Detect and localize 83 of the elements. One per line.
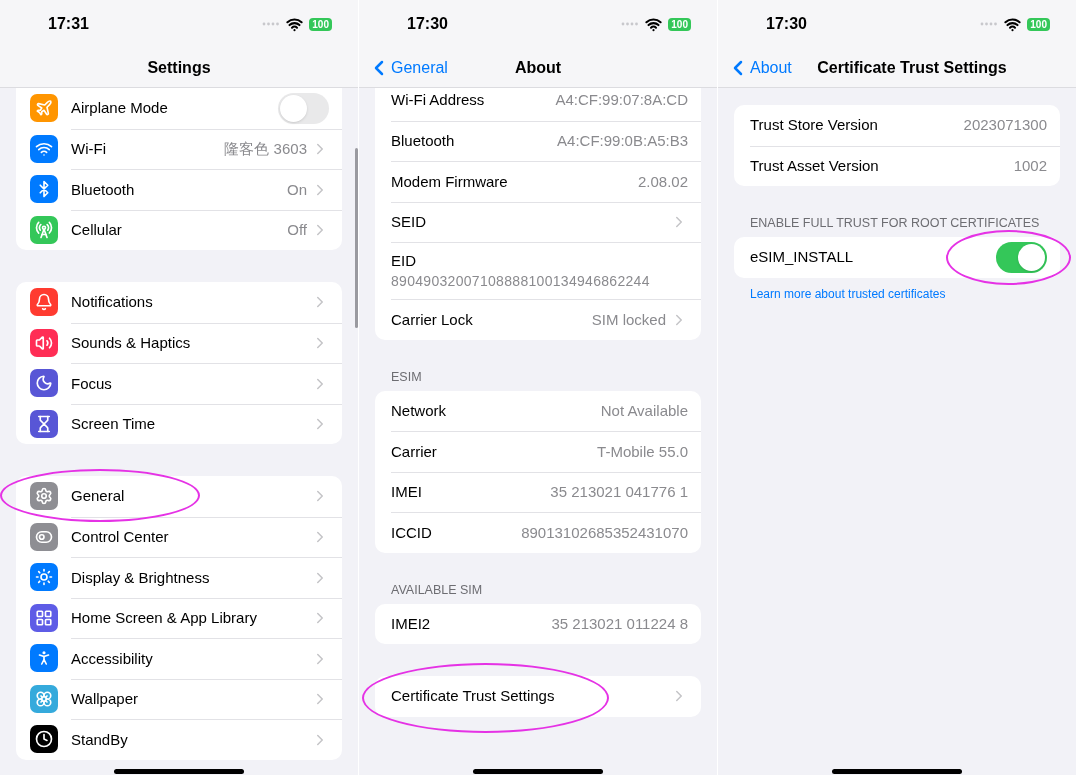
row-label: Network: [391, 401, 446, 419]
toggle-switch[interactable]: [278, 92, 329, 124]
row-label: Modem Firmware: [391, 172, 508, 190]
row-value: 35 213021 011224 8: [551, 613, 688, 634]
section-header: ESIM: [390, 369, 423, 384]
row-value: On: [287, 179, 307, 200]
row-value: 2.08.02: [637, 171, 688, 192]
row-value: Not Available: [600, 400, 688, 421]
status-time: 17:30: [407, 14, 448, 34]
grid-icon: [30, 603, 58, 632]
row-value: 隆客色 3603: [224, 139, 307, 159]
row-label: Focus: [71, 374, 112, 392]
bluetooth-icon: [30, 175, 58, 204]
wifi-icon: [1004, 15, 1022, 33]
row-label: IMEI: [391, 483, 422, 500]
battery-level: 100: [309, 17, 332, 31]
row-value: 2023071300: [963, 115, 1047, 135]
row-label: General: [71, 487, 125, 504]
row-label: ICCID: [391, 523, 432, 541]
airplane-icon: [30, 94, 58, 123]
row-value: 89013102685352431070: [521, 522, 688, 543]
nav-title: About: [514, 57, 562, 78]
nav-title: Certificate Trust Settings: [817, 57, 1007, 78]
row-label: SEID: [391, 213, 426, 230]
row-label: Wallpaper: [71, 690, 138, 707]
row-label: Carrier: [391, 442, 437, 460]
row-value: SIM locked: [591, 309, 666, 330]
nav-title: Settings: [147, 57, 211, 78]
battery-level: 100: [668, 17, 691, 31]
row-label: Wi-Fi Address: [391, 91, 485, 108]
row-value: 1002: [1013, 156, 1047, 176]
row-label: Carrier Lock: [391, 310, 473, 328]
row-label: Trust Store Version: [750, 116, 878, 133]
status-time: 17:30: [766, 14, 807, 34]
row-label: Airplane Mode: [71, 99, 168, 116]
moon-icon: [30, 369, 58, 398]
row-label: Accessibility: [71, 649, 153, 667]
sun-icon: [30, 563, 58, 592]
signal-icon: [262, 22, 281, 26]
learn-more-link[interactable]: Learn more about trusted certificates: [734, 284, 1060, 303]
hourglass-icon: [30, 409, 58, 438]
wifi-icon: [645, 15, 663, 33]
row-label: Control Center: [71, 528, 169, 545]
row-label: Notifications: [71, 293, 153, 310]
accessibility-icon: [30, 644, 58, 673]
row-label: Certificate Trust Settings: [391, 687, 555, 704]
row-label: Screen Time: [71, 415, 156, 432]
battery-level: 100: [1027, 17, 1050, 31]
row-label: Sounds & Haptics: [71, 334, 191, 351]
signal-icon: [980, 22, 999, 26]
section-header: AVAILABLE SIM: [390, 582, 484, 597]
row-label: StandBy: [71, 730, 128, 748]
row-label: Home Screen & App Library: [71, 609, 257, 626]
row-label: Trust Asset Version: [750, 157, 879, 174]
clock-icon: [30, 725, 58, 754]
row-label: Bluetooth: [391, 132, 455, 149]
status-time: 17:31: [48, 14, 89, 34]
signal-icon: [621, 22, 640, 26]
section-header: ENABLE FULL TRUST FOR ROOT CERTIFICATES: [749, 216, 1041, 230]
row-value: Off: [287, 220, 307, 240]
row-label: Wi-Fi: [71, 140, 106, 157]
back-button[interactable]: About: [726, 56, 792, 80]
row-value: 89049032007108888100134946862244: [391, 272, 650, 291]
wifi-icon: [30, 134, 58, 163]
row-value: T-Mobile 55.0: [597, 441, 688, 462]
row-label: Bluetooth: [71, 180, 135, 198]
bell-icon: [30, 288, 58, 317]
row-label: EID: [391, 251, 416, 271]
antenna-icon: [30, 215, 58, 244]
row-value: A4:CF:99:0B:A5:B3: [557, 131, 688, 151]
row-label: IMEI2: [391, 614, 431, 632]
toggle-switch[interactable]: [996, 241, 1047, 273]
wifi-icon: [286, 15, 304, 33]
switches-icon: [30, 522, 58, 551]
speaker-icon: [30, 328, 58, 357]
gear-icon: [30, 482, 58, 511]
row-label: Cellular: [71, 221, 122, 238]
flower-icon: [30, 684, 58, 713]
row-value: A4:CF:99:07:8A:CD: [555, 90, 688, 110]
row-label: eSIM_INSTALL: [750, 248, 854, 265]
row-value: 35 213021 041776 1: [550, 482, 688, 502]
back-button[interactable]: General: [367, 56, 448, 80]
row-label: Display & Brightness: [71, 568, 210, 586]
